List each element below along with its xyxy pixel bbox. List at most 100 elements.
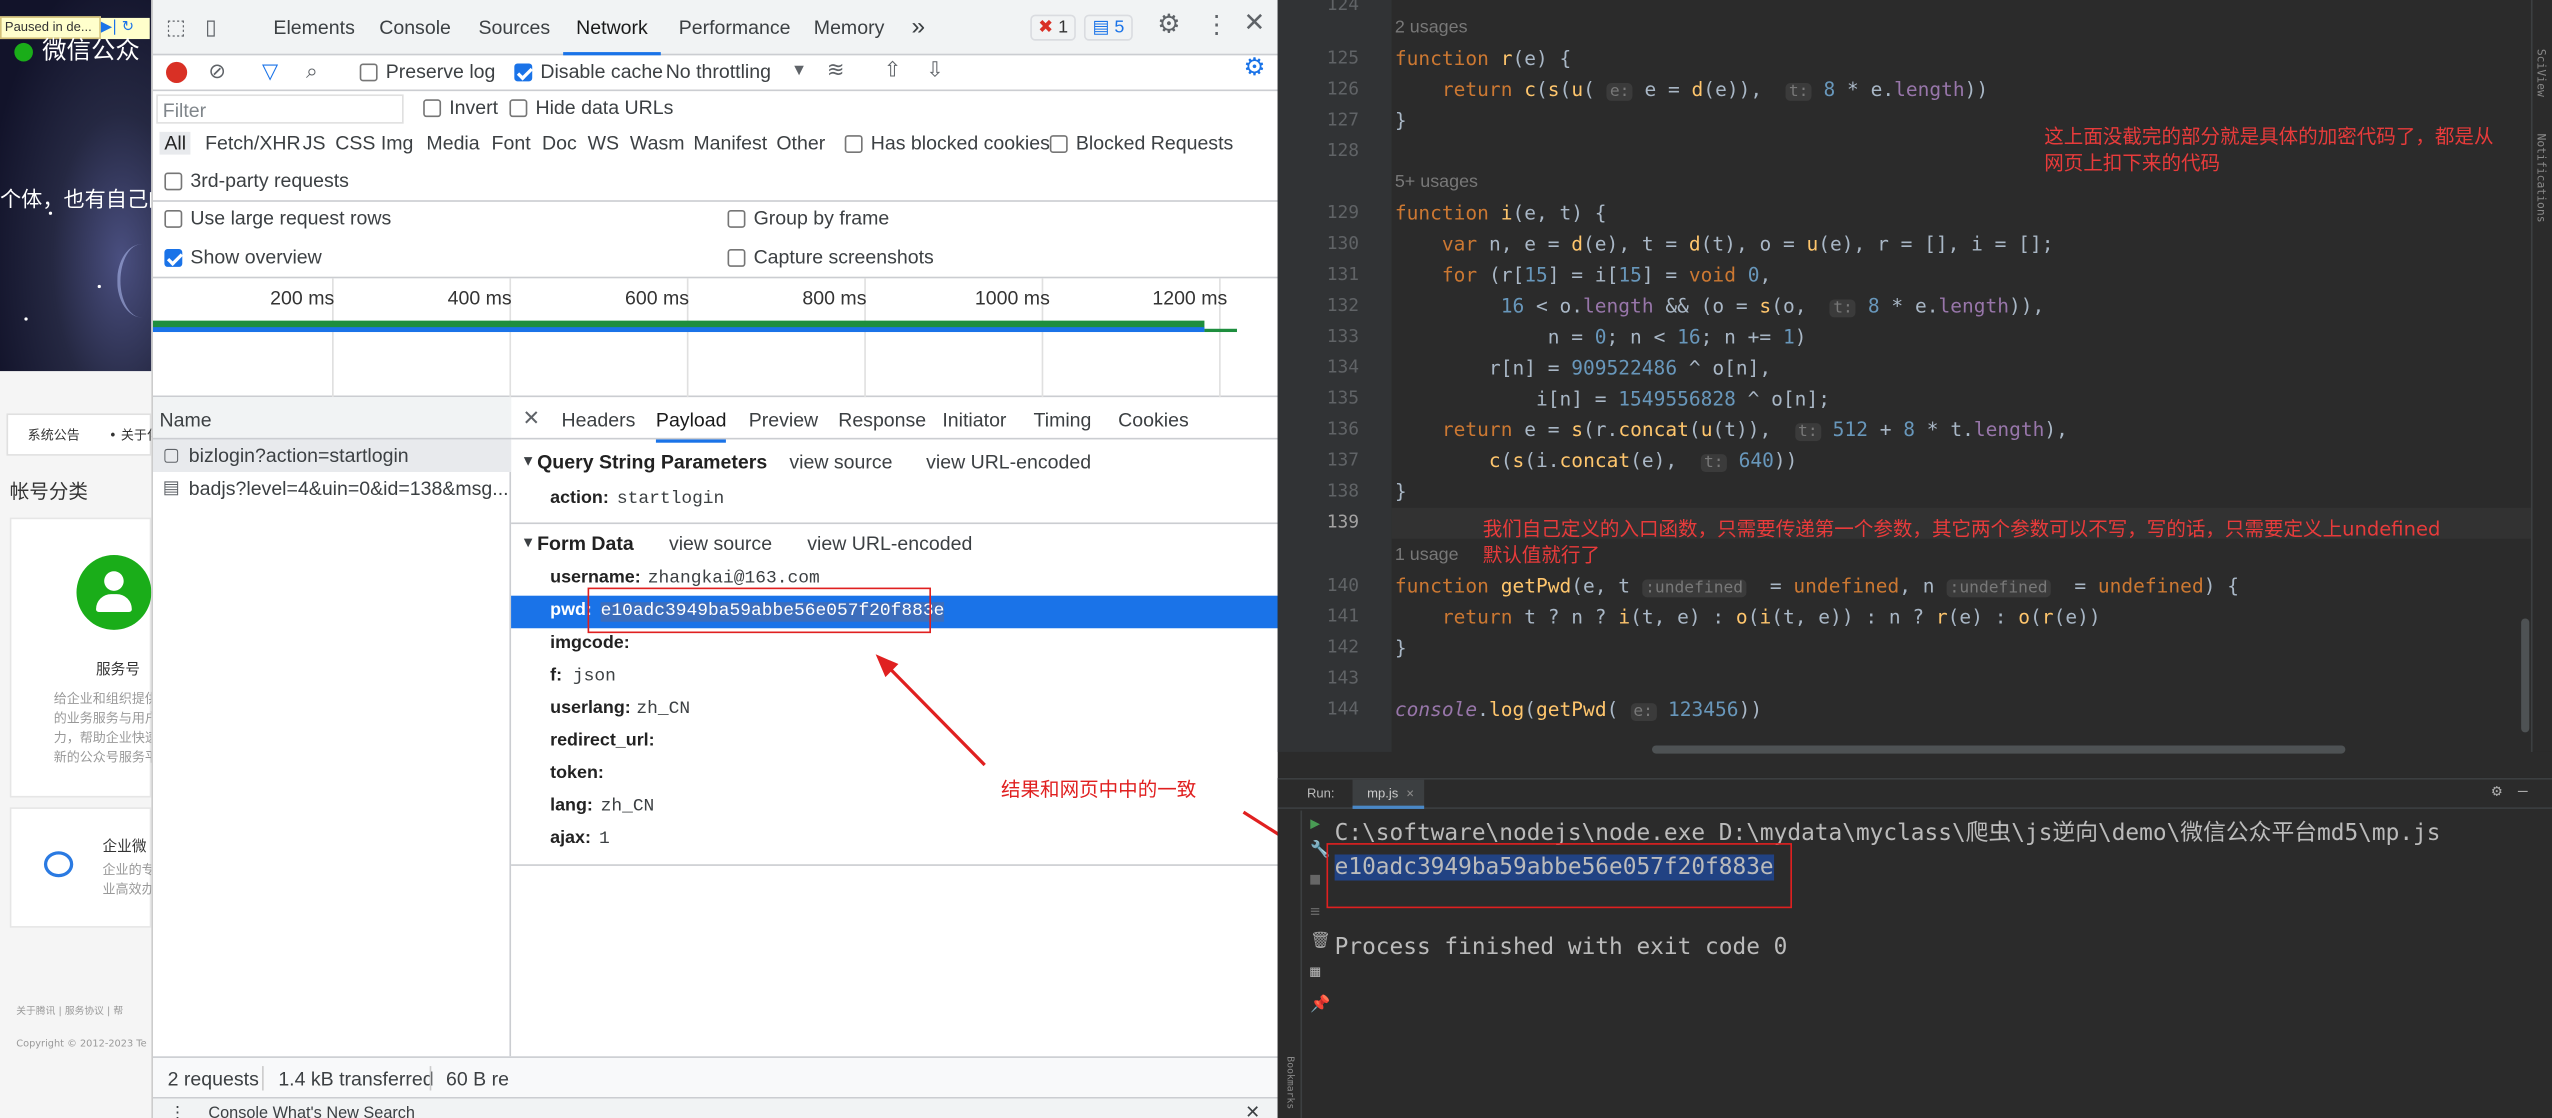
view-url-encoded-link[interactable]: view URL-encoded — [926, 451, 1091, 474]
filter-all[interactable]: All — [159, 131, 191, 155]
code-line[interactable]: } — [1395, 109, 1407, 132]
code-line[interactable]: return t ? n ? i(t, e) : o(i(t, e)) : n … — [1395, 605, 2101, 628]
code-line[interactable]: function r(e) { — [1395, 47, 1571, 70]
export-har-icon[interactable]: ⇩ — [926, 58, 944, 82]
invert-checkbox[interactable] — [423, 99, 442, 118]
group-by-frame-checkbox[interactable] — [727, 209, 746, 228]
filter-manifest[interactable]: Manifest — [693, 132, 767, 155]
search-icon[interactable]: ⌕ — [306, 59, 318, 83]
tab-response[interactable]: Response — [838, 409, 926, 432]
usage-hint[interactable]: 2 usages — [1395, 18, 1468, 38]
expand-triangle-icon[interactable]: ▼ — [521, 452, 536, 468]
filter-css[interactable]: CSS — [335, 132, 375, 155]
disable-cache-checkbox[interactable] — [514, 63, 533, 82]
tab-payload[interactable]: Payload — [655, 409, 727, 443]
code-line[interactable]: } — [1395, 480, 1407, 503]
has-blocked-cookies-checkbox[interactable] — [844, 135, 863, 153]
editor-h-scrollbar[interactable] — [1652, 745, 2346, 754]
preserve-log-checkbox[interactable] — [359, 63, 378, 82]
large-rows-checkbox[interactable] — [164, 209, 183, 228]
filter-media[interactable]: Media — [426, 132, 479, 155]
code-line[interactable]: return c(s(u( e: e = d(e)), t: 8 * e.len… — [1395, 78, 1988, 101]
close-detail-icon[interactable]: ✕ — [522, 406, 540, 430]
about-link[interactable]: • 关于化 — [109, 426, 151, 444]
minimize-icon[interactable]: — — [2518, 783, 2528, 801]
more-options-icon[interactable]: ⋮ — [1204, 13, 1228, 37]
sciview-tab[interactable]: SciView — [2534, 49, 2547, 97]
trash-icon[interactable]: 🗑 — [1310, 933, 1331, 951]
code-line[interactable]: return e = s(r.concat(u(t)), t: 512 + 8 … — [1395, 418, 2068, 442]
filter-input[interactable]: Filter — [156, 94, 404, 124]
record-button[interactable] — [166, 61, 188, 84]
footer-links[interactable]: 关于腾讯 | 服务协议 | 帮 — [16, 1003, 123, 1017]
tab-preview[interactable]: Preview — [749, 409, 818, 432]
filter-img[interactable]: Img — [381, 132, 414, 155]
code-line[interactable]: console.log(getPwd( e: 123456)) — [1395, 698, 1762, 721]
show-overview-checkbox[interactable] — [164, 249, 183, 267]
usage-hint[interactable]: 5+ usages — [1395, 173, 1478, 193]
view-url-encoded-link[interactable]: view URL-encoded — [807, 532, 972, 555]
service-account-card[interactable]: 服务号 给企业和组织提供 的业务服务与用户 力，帮助企业快速 新的公众号服务平 — [9, 517, 152, 798]
close-run-tab-icon[interactable]: × — [1406, 786, 1414, 801]
tab-headers[interactable]: Headers — [562, 409, 636, 432]
code-line[interactable]: 16 < o.length && (o = s(o, t: 8 * e.leng… — [1395, 295, 2044, 318]
filter-doc[interactable]: Doc — [542, 132, 577, 155]
filter-other[interactable]: Other — [776, 132, 825, 155]
tab-sources[interactable]: Sources — [479, 0, 551, 55]
editor-scrollbar[interactable] — [2521, 618, 2530, 733]
error-count-badge[interactable]: ✖ 1 — [1030, 14, 1076, 41]
more-tabs-button[interactable]: » — [911, 0, 925, 55]
code-line[interactable]: var n, e = d(e), t = d(t), o = u(e), r =… — [1395, 233, 2054, 256]
chevron-down-icon[interactable]: ▼ — [791, 60, 807, 83]
request-row-selected[interactable]: ▢ bizlogin?action=startlogin — [152, 439, 512, 473]
filter-icon[interactable]: ▽ — [262, 59, 278, 83]
code-line[interactable]: r[n] = 909522486 ^ o[n], — [1395, 356, 1771, 379]
stop-icon[interactable]: ■ — [1310, 871, 1320, 889]
tab-console[interactable]: Console — [379, 0, 451, 55]
request-row[interactable]: ▤ badjs?level=4&uin=0&id=138&msg... — [153, 472, 511, 505]
tab-elements[interactable]: Elements — [273, 0, 354, 55]
view-source-link[interactable]: view source — [669, 532, 772, 555]
bookmarks-tab[interactable]: Bookmarks — [1284, 1056, 1295, 1109]
drawer-menu-icon[interactable]: ⋮ — [169, 1105, 185, 1118]
filter-fetch-xhr[interactable]: Fetch/XHR — [205, 132, 301, 155]
close-drawer-icon[interactable]: ✕ — [1245, 1102, 1260, 1118]
pin-icon[interactable]: 📌 — [1310, 996, 1330, 1014]
tab-network[interactable]: Network — [563, 0, 661, 56]
clear-icon[interactable]: ⊘ — [208, 59, 226, 83]
filter-wasm[interactable]: Wasm — [630, 132, 685, 155]
third-party-checkbox[interactable] — [164, 172, 183, 191]
hide-data-urls-checkbox[interactable] — [509, 99, 528, 118]
import-har-icon[interactable]: ⇧ — [884, 58, 902, 82]
close-devtools-icon[interactable]: ✕ — [1243, 11, 1265, 37]
tab-initiator[interactable]: Initiator — [942, 409, 1006, 432]
query-section-title[interactable]: Query String Parameters — [537, 451, 767, 474]
run-tab[interactable]: mp.js × — [1352, 779, 1425, 809]
tab-cookies[interactable]: Cookies — [1118, 409, 1189, 432]
filter-js[interactable]: JS — [303, 132, 326, 155]
blocked-requests-checkbox[interactable] — [1049, 135, 1068, 153]
tab-performance[interactable]: Performance — [679, 0, 791, 55]
inspect-element-icon[interactable]: ⬚ — [166, 15, 186, 39]
code-line[interactable]: for (r[15] = i[15] = void 0, — [1395, 264, 1771, 287]
notice-link[interactable]: 系统公告 — [28, 426, 80, 444]
enterprise-card[interactable]: 企业微 企业的专 业高效办 — [9, 807, 152, 928]
code-line[interactable]: function i(e, t) { — [1395, 202, 1607, 225]
code-line[interactable]: function getPwd(e, t :undefined = undefi… — [1395, 575, 2239, 598]
view-source-link[interactable]: view source — [789, 451, 892, 474]
soft-wrap-icon[interactable]: ≡ — [1310, 903, 1320, 921]
filter-font[interactable]: Font — [492, 132, 531, 155]
rerun-icon[interactable]: ▶ — [1310, 815, 1320, 833]
notifications-tab[interactable]: Notifications — [2534, 133, 2547, 222]
message-count-badge[interactable]: ▤ 5 — [1083, 14, 1133, 41]
network-settings-gear-icon[interactable]: ⚙ — [1243, 55, 1265, 79]
layout-icon[interactable]: ▦ — [1310, 964, 1320, 982]
expand-triangle-icon[interactable]: ▼ — [521, 534, 536, 550]
form-section-title[interactable]: Form Data — [537, 532, 634, 555]
capture-screenshots-checkbox[interactable] — [727, 249, 746, 267]
code-line[interactable]: i[n] = 1549556828 ^ o[n]; — [1395, 387, 1830, 410]
tab-memory[interactable]: Memory — [814, 0, 885, 55]
device-toolbar-icon[interactable]: ▯ — [205, 15, 217, 39]
filter-ws[interactable]: WS — [588, 132, 619, 155]
usage-hint[interactable]: 1 usage — [1395, 545, 1459, 565]
